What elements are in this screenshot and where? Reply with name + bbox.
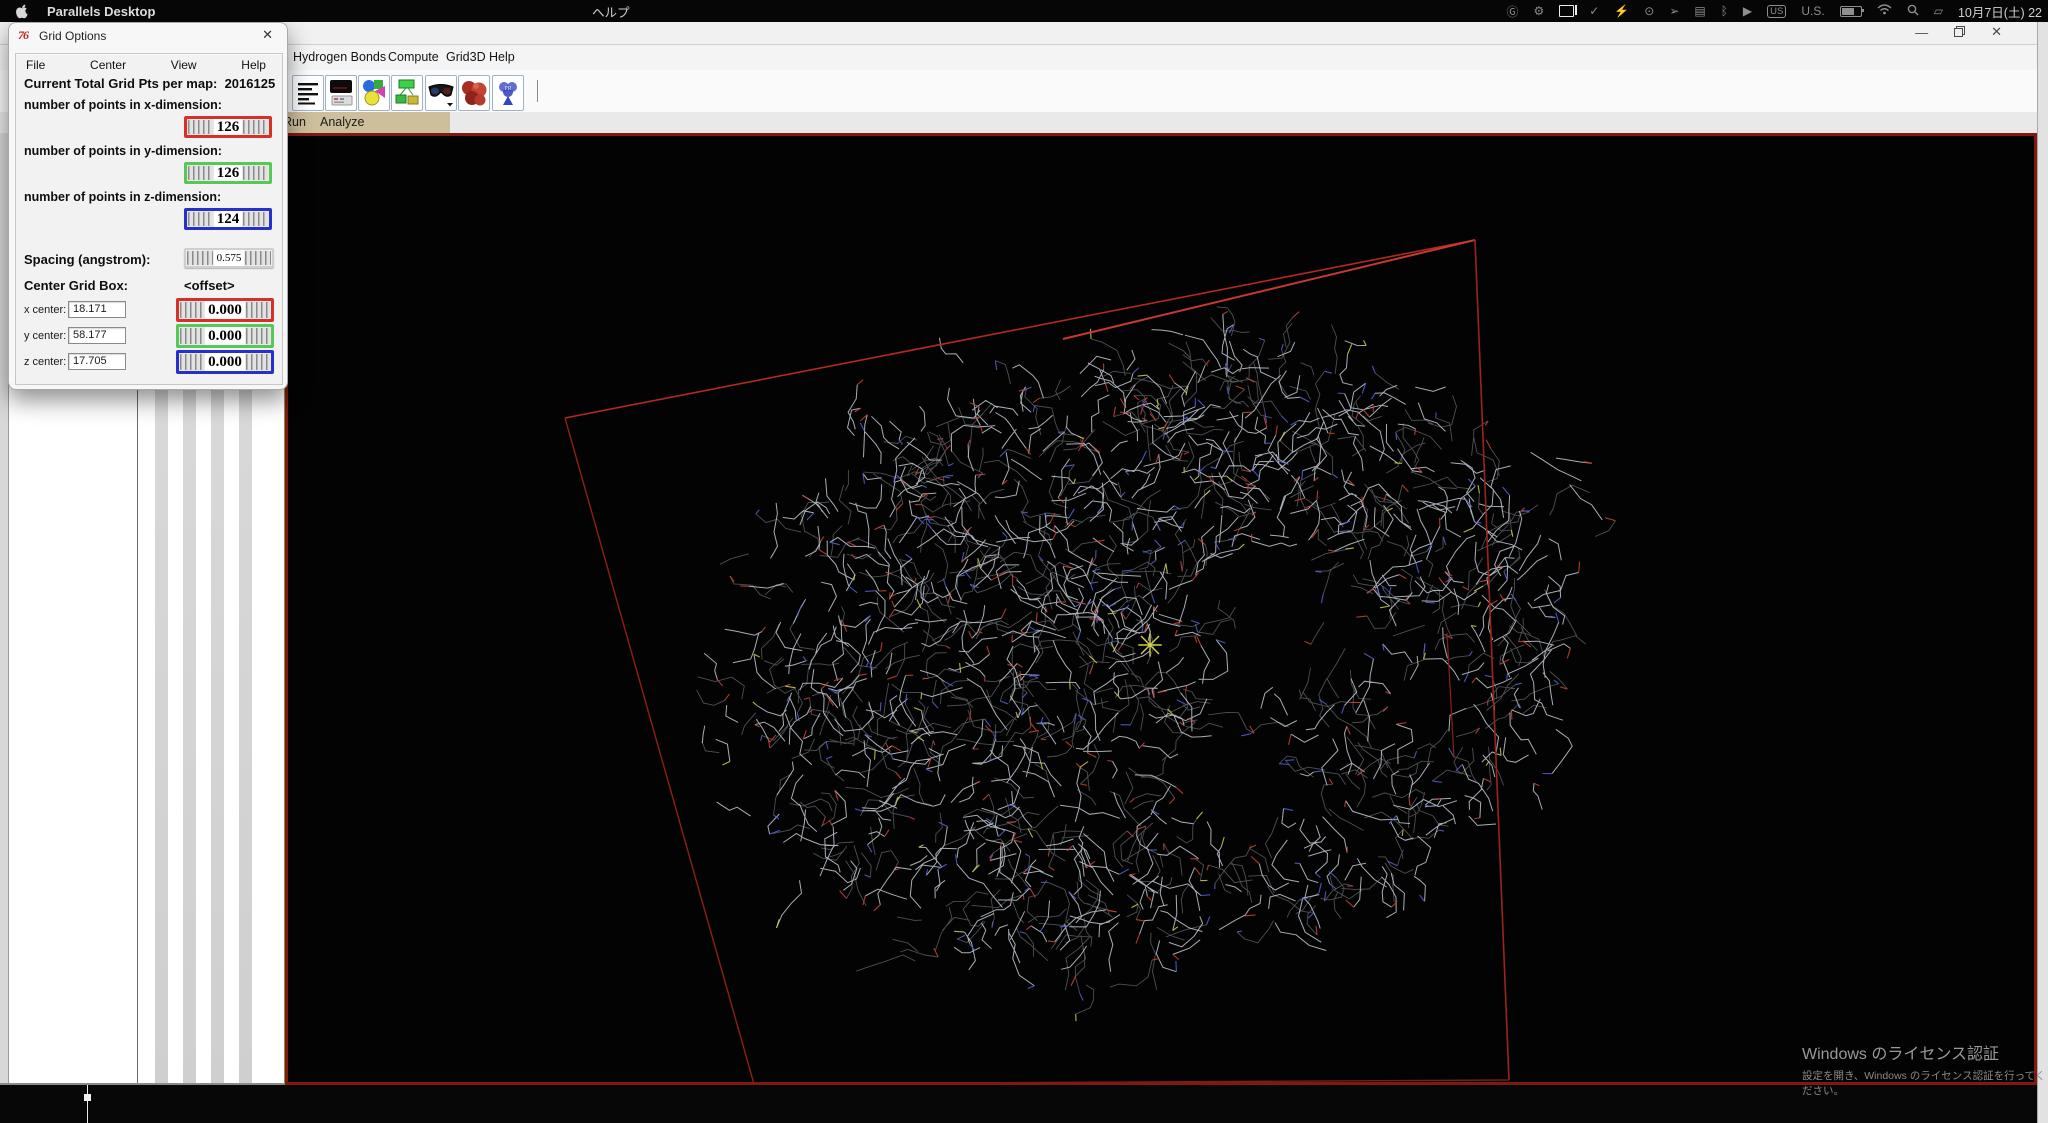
svg-text:PR: PR <box>504 86 511 92</box>
y-offset-thumbwheel[interactable]: 0.000 <box>176 324 274 348</box>
y-center-label: y center: <box>24 330 67 342</box>
python-shell-strip[interactable] <box>0 1085 2037 1123</box>
grid-options-dialog: 76 Grid Options ✕ File Center View Help … <box>8 22 288 390</box>
input-source-label: U.S. <box>1801 4 1825 18</box>
text-cursor-line <box>87 1085 88 1123</box>
x-offset-thumbwheel[interactable]: 0.000 <box>176 298 274 322</box>
y-center-entry[interactable]: 58.177 <box>68 327 126 344</box>
watermark-subtitle: 設定を開き、Windows のライセンス認証を行ってください。 <box>1802 1070 2046 1097</box>
total-grid-points-value: 2016125 <box>224 76 276 91</box>
menu-compute[interactable]: Compute <box>388 50 439 64</box>
adt-menu-bar: Hydrogen Bonds Compute Grid3D Help <box>0 45 2048 70</box>
x-center-label: x center: <box>24 304 67 316</box>
tab-strip-background <box>285 112 450 133</box>
menu-grid3d[interactable]: Grid3D <box>446 50 486 64</box>
dialog-body: File Center View Help Current Total Grid… <box>15 53 283 385</box>
window-close-button[interactable]: ✕ <box>1991 24 2002 40</box>
lines-display-button[interactable] <box>292 75 324 111</box>
msms-surface-button[interactable] <box>458 75 490 111</box>
dialog-menu-center[interactable]: Center <box>90 58 126 72</box>
contact-icon[interactable]: ▤ <box>1694 4 1705 18</box>
apple-menu-icon[interactable] <box>16 4 29 19</box>
power-bolt-icon[interactable]: ⚡ <box>1614 4 1629 18</box>
macos-menu-bar: Parallels Desktop ヘルプ Ⓖ ⚙ ✓ ⚡ ⊙ ➢ ▤ ᛒ ▶ … <box>0 0 2048 22</box>
grid-center-marker <box>1138 633 1162 657</box>
menu-app-name[interactable]: Parallels Desktop <box>47 4 155 19</box>
window-restore-button[interactable] <box>1954 25 1966 40</box>
x-points-thumbwheel[interactable]: 126 <box>184 116 272 138</box>
adt-title-bar: — ✕ <box>0 22 2048 45</box>
dialog-menu-help[interactable]: Help <box>241 58 266 72</box>
sync-check-icon[interactable]: ✓ <box>1589 4 1599 18</box>
windows-activation-watermark: Windows のライセンス認証 設定を開き、Windows のライセンス認証を… <box>1802 1040 2048 1098</box>
menu-clock[interactable]: 10月7日(土) 22 <box>1958 2 2042 21</box>
total-grid-points-label: Current Total Grid Pts per map: 2016125 <box>24 76 276 91</box>
offset-label: <offset> <box>184 278 235 293</box>
battery-icon[interactable] <box>1839 5 1864 17</box>
menu-help[interactable]: ヘルプ <box>592 2 630 21</box>
3d-viewport[interactable] <box>285 133 2037 1085</box>
label-display-button[interactable] <box>325 75 357 111</box>
adt-tab-bar: Run Analyze <box>0 112 2048 133</box>
y-points-thumbwheel[interactable]: 126 <box>184 162 272 184</box>
toolbox-icon[interactable]: ⚙ <box>1533 4 1544 18</box>
play-icon[interactable]: ▶ <box>1743 4 1752 18</box>
wifi-icon[interactable] <box>1877 4 1892 18</box>
input-source-badge[interactable]: US <box>1767 4 1787 18</box>
spacing-thumbwheel[interactable]: 0.575 <box>184 248 274 268</box>
toolbar-end-divider <box>537 80 538 102</box>
adt-logo-button[interactable]: PR <box>492 75 524 111</box>
switch-icon[interactable]: ▱ <box>1934 4 1943 18</box>
chat-icon[interactable]: ➢ <box>1669 4 1679 18</box>
dialog-title: Grid Options <box>39 29 107 43</box>
dialog-close-button[interactable]: ✕ <box>262 27 273 43</box>
tab-analyze[interactable]: Analyze <box>320 115 364 129</box>
x-center-entry[interactable]: 18.171 <box>68 301 126 318</box>
window-minimize-button[interactable]: — <box>1915 25 1928 40</box>
z-center-label: z center: <box>24 356 67 368</box>
adt-toolbar: PR <box>0 70 2048 113</box>
grammarly-icon[interactable]: Ⓖ <box>1506 3 1518 20</box>
dialog-menu-file[interactable]: File <box>26 58 45 72</box>
screen: Parallels Desktop ヘルプ Ⓖ ⚙ ✓ ⚡ ⊙ ➢ ▤ ᛒ ▶ … <box>0 0 2048 1123</box>
text-cursor-handle <box>84 1094 91 1101</box>
geometry-shapes-button[interactable] <box>358 75 390 111</box>
parallels-windows-icon[interactable] <box>1559 5 1578 17</box>
center-grid-box-label: Center Grid Box: <box>24 278 129 293</box>
spacing-label: Spacing (angstrom): <box>24 252 151 267</box>
tk-app-icon: 76 <box>18 28 29 42</box>
spotlight-icon[interactable] <box>1907 4 1919 19</box>
molecule-canvas[interactable] <box>288 136 2034 1082</box>
z-points-thumbwheel[interactable]: 124 <box>184 208 272 230</box>
y-points-label: number of points in y-dimension: <box>24 144 222 158</box>
dialog-title-bar[interactable]: 76 Grid Options ✕ <box>9 23 287 49</box>
z-offset-thumbwheel[interactable]: 0.000 <box>176 350 274 374</box>
menu-adt-help[interactable]: Help <box>489 50 515 64</box>
menu-hydrogen-bonds[interactable]: Hydrogen Bonds <box>293 50 386 64</box>
z-points-label: number of points in z-dimension: <box>24 190 222 204</box>
dialog-menu-view[interactable]: View <box>171 58 197 72</box>
watermark-title: Windows のライセンス認証 <box>1802 1046 2000 1063</box>
bluetooth-icon[interactable]: ᛒ <box>1721 4 1728 18</box>
right-scroll-strip[interactable] <box>2037 22 2048 1123</box>
alert-icon[interactable]: ⊙ <box>1644 4 1654 18</box>
vision-network-button[interactable] <box>391 75 423 111</box>
z-center-entry[interactable]: 17.705 <box>68 353 126 370</box>
x-points-label: number of points in x-dimension: <box>24 98 222 112</box>
stereo-glasses-button[interactable] <box>425 75 457 111</box>
